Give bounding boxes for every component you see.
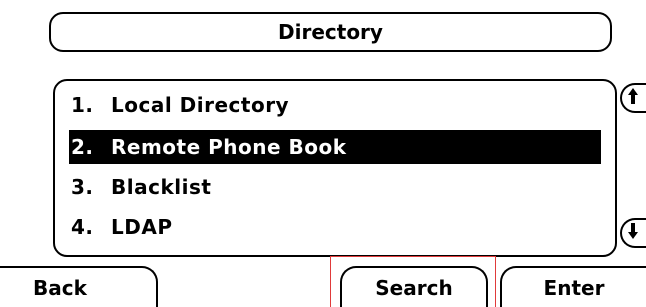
directory-menu-list: 1. Local Directory 2. Remote Phone Book … <box>53 79 617 257</box>
search-button-label: Search <box>375 275 453 300</box>
page-title: Directory <box>278 20 383 44</box>
arrow-up-icon <box>627 87 639 110</box>
menu-item-number: 4. <box>71 215 94 239</box>
scroll-down-button[interactable] <box>620 218 646 248</box>
menu-item-label: Remote Phone Book <box>111 135 347 159</box>
menu-item-ldap[interactable]: 4. LDAP <box>69 210 601 244</box>
menu-item-number: 3. <box>71 175 94 199</box>
enter-button-label: Enter <box>543 275 605 300</box>
menu-item-label: Local Directory <box>111 93 290 117</box>
scroll-up-button[interactable] <box>620 83 646 113</box>
menu-item-remote-phone-book[interactable]: 2. Remote Phone Book <box>69 130 601 164</box>
page-title-bar: Directory <box>49 12 612 52</box>
menu-item-local-directory[interactable]: 1. Local Directory <box>69 88 601 122</box>
menu-item-label: LDAP <box>111 215 173 239</box>
back-button[interactable]: Back <box>0 266 158 307</box>
search-button[interactable]: Search <box>340 266 488 307</box>
arrow-down-icon <box>627 222 639 245</box>
menu-item-blacklist[interactable]: 3. Blacklist <box>69 170 601 204</box>
enter-button[interactable]: Enter <box>500 266 646 307</box>
back-button-label: Back <box>33 275 87 300</box>
menu-item-label: Blacklist <box>111 175 212 199</box>
menu-item-number: 2. <box>71 135 94 159</box>
menu-item-number: 1. <box>71 93 94 117</box>
